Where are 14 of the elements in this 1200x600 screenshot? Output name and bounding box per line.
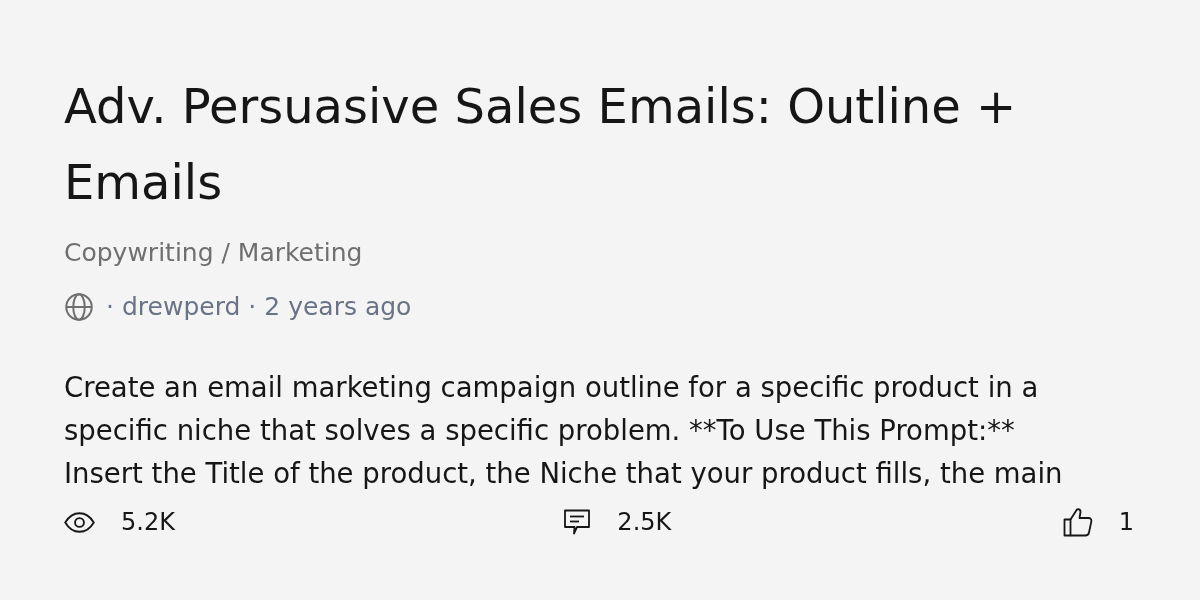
like-count: 1	[1118, 507, 1134, 538]
author-link[interactable]: drewperd	[121, 290, 241, 324]
comment-count: 2.5K	[617, 507, 672, 538]
prompt-title: Adv. Persuasive Sales Emails: Outline + Emails	[64, 77, 1018, 212]
eye-icon	[64, 511, 95, 533]
globe-icon	[64, 292, 94, 322]
separator-dot: ·	[106, 291, 114, 323]
prompt-description: Create an email marketing campaign outline for a specific product in a specific niche that solves a specific problem. **To Use This Prompt:** Insert the Title of the product, the Niche that your product fills, the main	[64, 370, 1064, 491]
separator-dot: ·	[248, 291, 257, 323]
post-age: 2 years ago	[264, 291, 412, 323]
thumbs-up-icon[interactable]	[1062, 507, 1093, 537]
view-count: 5.2K	[121, 507, 175, 538]
category-path: Copywriting / Marketing	[64, 237, 363, 269]
comment-icon	[563, 509, 592, 535]
